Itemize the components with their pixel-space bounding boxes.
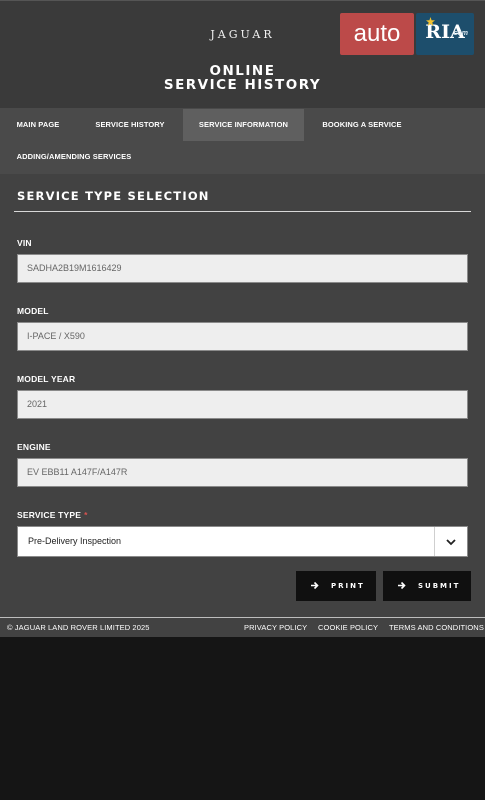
form-title: SERVICE TYPE SELECTION [17, 189, 210, 203]
service-type-label: SERVICE TYPE * [17, 510, 88, 520]
watermark-ria-block: RIA .com [416, 13, 474, 55]
copyright-text: © JAGUAR LAND ROVER LIMITED 2025 [7, 623, 150, 632]
page-title-line-2: SERVICE HISTORY [163, 77, 322, 93]
main-navigation: MAIN PAGE SERVICE HISTORY SERVICE INFORM… [0, 108, 485, 174]
required-marker: * [84, 510, 88, 520]
arrow-right-icon [311, 581, 319, 590]
submit-button[interactable]: SUBMIT [383, 571, 471, 601]
site-header: JAGUAR ONLINE SERVICE HISTORY auto RIA .… [0, 0, 485, 108]
submit-label: SUBMIT [418, 582, 461, 590]
autoria-watermark: auto RIA .com [340, 13, 474, 55]
select-divider [434, 527, 435, 556]
model-field: I-PACE / X590 [17, 322, 468, 351]
terms-and-conditions-link[interactable]: TERMS AND CONDITIONS [389, 618, 484, 637]
service-type-select[interactable]: Pre-Delivery Inspection [17, 526, 468, 557]
site-footer: © JAGUAR LAND ROVER LIMITED 2025 PRIVACY… [0, 617, 485, 637]
nav-booking-a-service[interactable]: BOOKING A SERVICE [310, 109, 414, 141]
arrow-right-icon [398, 581, 406, 590]
service-type-selected-value: Pre-Delivery Inspection [28, 536, 122, 546]
model-year-label: MODEL YEAR [17, 374, 76, 384]
chevron-down-icon[interactable] [445, 536, 457, 548]
model-label: MODEL [17, 306, 49, 316]
watermark-auto-text: auto [340, 13, 414, 55]
print-button[interactable]: PRINT [296, 571, 376, 601]
watermark-com-text: .com [451, 30, 468, 37]
service-type-label-text: SERVICE TYPE [17, 510, 82, 520]
page-title: ONLINE SERVICE HISTORY [0, 64, 485, 92]
nav-adding-amending-services[interactable]: ADDING/AMENDING SERVICES [0, 141, 148, 173]
nav-main-page[interactable]: MAIN PAGE [0, 109, 76, 141]
engine-label: ENGINE [17, 442, 51, 452]
title-divider [14, 211, 471, 212]
vin-label: VIN [17, 238, 32, 248]
page-title-line-1: ONLINE [209, 63, 276, 79]
model-year-field: 2021 [17, 390, 468, 419]
engine-field: EV EBB11 A147F/A147R [17, 458, 468, 487]
vin-field: SADHA2B19M1616429 [17, 254, 468, 283]
print-label: PRINT [331, 582, 365, 590]
nav-service-information[interactable]: SERVICE INFORMATION [183, 109, 304, 141]
nav-service-history[interactable]: SERVICE HISTORY [80, 109, 180, 141]
service-type-form: SERVICE TYPE SELECTION VIN SADHA2B19M161… [0, 174, 485, 617]
star-icon [426, 17, 435, 26]
cookie-policy-link[interactable]: COOKIE POLICY [318, 618, 378, 637]
privacy-policy-link[interactable]: PRIVACY POLICY [244, 618, 307, 637]
